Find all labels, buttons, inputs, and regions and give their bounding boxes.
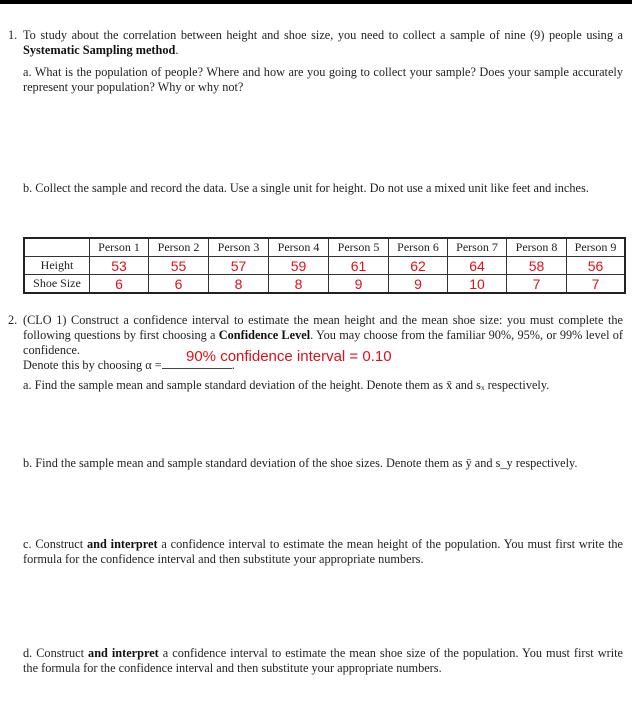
table-header-cell: Person 9 bbox=[566, 237, 626, 257]
q1-part-b: b. Collect the sample and record the dat… bbox=[23, 181, 589, 195]
height-value: 64 bbox=[447, 256, 507, 275]
row-label: Height bbox=[23, 256, 90, 275]
shoe-size-value: 6 bbox=[148, 274, 209, 294]
table-header-cell: Person 4 bbox=[268, 237, 329, 257]
height-value: 61 bbox=[328, 256, 389, 275]
q2-part-b: b. Find the sample mean and sample stand… bbox=[23, 456, 578, 470]
table-header-cell bbox=[23, 237, 90, 257]
height-value: 57 bbox=[208, 256, 269, 275]
table-row: Shoe Size 6 6 8 8 9 9 10 7 7 bbox=[23, 274, 626, 294]
table-header-cell: Person 1 bbox=[89, 237, 149, 257]
height-value: 55 bbox=[148, 256, 209, 275]
shoe-size-value: 7 bbox=[506, 274, 567, 294]
shoe-size-value: 9 bbox=[388, 274, 448, 294]
shoe-size-value: 8 bbox=[268, 274, 329, 294]
table-header-cell: Person 8 bbox=[506, 237, 567, 257]
height-value: 62 bbox=[388, 256, 448, 275]
q1-number: 1. bbox=[8, 28, 18, 42]
q2-number: 2. bbox=[8, 313, 18, 327]
q2-intro-bold: Confidence Level bbox=[218, 328, 311, 342]
height-value: 58 bbox=[506, 256, 567, 275]
q1-intro: To study about the correlation between h… bbox=[23, 28, 623, 58]
q1-intro-end: . bbox=[175, 43, 179, 57]
q2-c-bold: and interpret bbox=[87, 537, 158, 551]
shoe-size-value: 9 bbox=[328, 274, 389, 294]
q2-c-text: c. Construct bbox=[23, 537, 87, 551]
table-header-cell: Person 5 bbox=[328, 237, 389, 257]
table-row: Height 53 55 57 59 61 62 64 58 56 bbox=[23, 256, 626, 275]
q2-part-d: d. Construct and interpret a confidence … bbox=[23, 646, 623, 676]
table-header-cell: Person 3 bbox=[208, 237, 269, 257]
top-border bbox=[0, 0, 632, 4]
q1-intro-text: To study about the correlation between h… bbox=[23, 28, 623, 42]
height-value: 56 bbox=[566, 256, 626, 275]
shoe-size-value: 8 bbox=[208, 274, 269, 294]
height-value: 53 bbox=[89, 256, 149, 275]
table-header-cell: Person 2 bbox=[148, 237, 209, 257]
shoe-size-value: 10 bbox=[447, 274, 507, 294]
q1-part-a: a. What is the population of people? Whe… bbox=[23, 65, 623, 94]
q1-intro-bold: Systematic Sampling method bbox=[23, 43, 176, 57]
handwritten-answer: 90% confidence interval = 0.10 bbox=[186, 348, 392, 365]
shoe-size-value: 6 bbox=[89, 274, 149, 294]
height-value: 59 bbox=[268, 256, 329, 275]
table-header-row: Person 1 Person 2 Person 3 Person 4 Pers… bbox=[23, 237, 626, 257]
table-header-cell: Person 6 bbox=[388, 237, 448, 257]
table-header-cell: Person 7 bbox=[447, 237, 507, 257]
q2-part-c: c. Construct and interpret a confidence … bbox=[23, 537, 623, 567]
q2-d-bold: and interpret bbox=[88, 646, 159, 660]
data-table: Person 1 Person 2 Person 3 Person 4 Pers… bbox=[23, 237, 626, 294]
q2-d-text: d. Construct bbox=[23, 646, 89, 660]
denote-text: Denote this by choosing α = bbox=[23, 358, 162, 372]
shoe-size-value: 7 bbox=[566, 274, 626, 294]
row-label: Shoe Size bbox=[23, 274, 90, 294]
q2-part-a: a. Find the sample mean and sample stand… bbox=[23, 378, 550, 392]
